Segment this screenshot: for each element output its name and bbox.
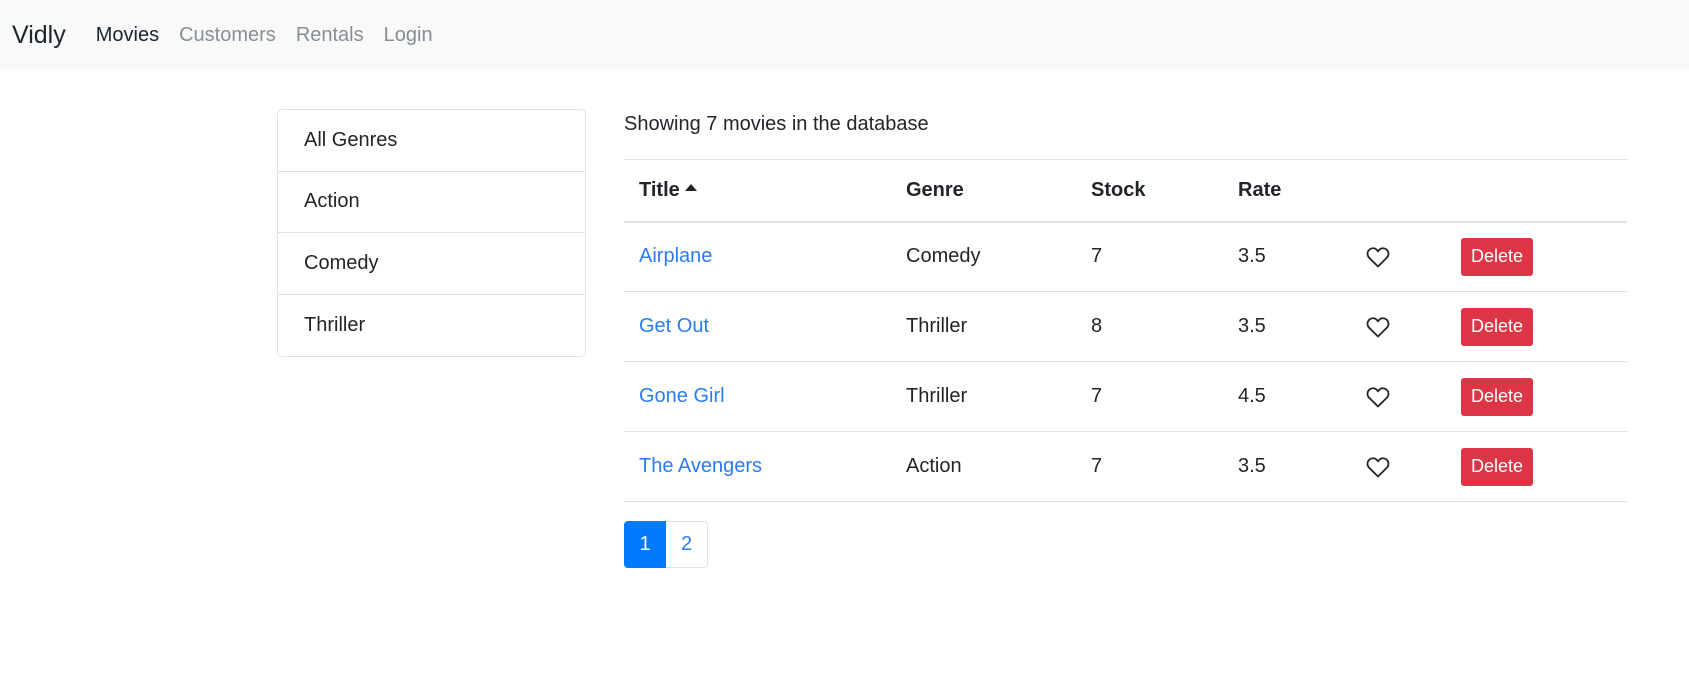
- movie-rate: 3.5: [1238, 455, 1266, 477]
- movie-title-link[interactable]: Get Out: [639, 315, 709, 337]
- column-header-rate[interactable]: Rate: [1223, 160, 1351, 222]
- column-header-genre[interactable]: Genre: [891, 160, 1076, 222]
- movie-rate: 3.5: [1238, 245, 1266, 268]
- page-button-1[interactable]: 1: [624, 521, 666, 568]
- column-header-stock[interactable]: Stock: [1076, 160, 1223, 222]
- movie-genre: Thriller: [906, 385, 968, 407]
- page-button-2[interactable]: 2: [666, 521, 708, 568]
- movie-stock: 7: [1091, 245, 1103, 268]
- movie-genre: Comedy: [906, 245, 981, 268]
- genre-list: All Genres Action Comedy Thriller: [277, 109, 586, 357]
- nav-link-login[interactable]: Login: [384, 24, 433, 47]
- movie-stock: 8: [1091, 315, 1103, 337]
- delete-button[interactable]: Delete: [1461, 307, 1533, 346]
- movie-rate: 3.5: [1238, 315, 1266, 337]
- brand-logo[interactable]: Vidly: [12, 23, 66, 48]
- heart-outline-icon[interactable]: [1366, 386, 1390, 408]
- movie-count-text: Showing 7 movies in the database: [624, 113, 929, 135]
- movie-genre: Action: [906, 455, 962, 477]
- movie-genre: Thriller: [906, 315, 968, 337]
- heart-outline-icon[interactable]: [1366, 316, 1390, 338]
- column-header-delete: [1446, 160, 1627, 222]
- heart-outline-icon[interactable]: [1366, 456, 1390, 478]
- table-row: Airplane Comedy 7 3.5 Delete: [624, 222, 1627, 292]
- movie-stock: 7: [1091, 385, 1103, 407]
- column-header-title[interactable]: Title: [624, 160, 891, 222]
- movie-title-link[interactable]: The Avengers: [639, 455, 762, 477]
- table-row: The Avengers Action 7 3.5 Delete: [624, 432, 1627, 502]
- genre-item-thriller[interactable]: Thriller: [278, 295, 585, 357]
- navbar: Vidly Movies Customers Rentals Login: [0, 0, 1689, 71]
- caret-up-icon: [684, 183, 697, 191]
- table-row: Get Out Thriller 8 3.5 Delete: [624, 292, 1627, 362]
- delete-button[interactable]: Delete: [1461, 237, 1533, 276]
- genre-item-comedy[interactable]: Comedy: [278, 233, 585, 295]
- movie-title-link[interactable]: Airplane: [639, 245, 712, 267]
- delete-button[interactable]: Delete: [1461, 447, 1533, 486]
- delete-button[interactable]: Delete: [1461, 377, 1533, 416]
- nav-link-rentals[interactable]: Rentals: [296, 24, 364, 47]
- table-row: Gone Girl Thriller 7 4.5 Delete: [624, 362, 1627, 432]
- pagination: 1 2: [624, 521, 708, 568]
- table-header-row: Title Genre Stock Rate: [624, 159, 1627, 222]
- movie-stock: 7: [1091, 455, 1103, 477]
- movie-title-link[interactable]: Gone Girl: [639, 385, 725, 407]
- movie-rate: 4.5: [1238, 385, 1266, 407]
- heart-outline-icon[interactable]: [1366, 246, 1390, 268]
- nav-link-customers[interactable]: Customers: [179, 24, 276, 47]
- genre-item-action[interactable]: Action: [278, 172, 585, 233]
- movies-table: Title Genre Stock Rate Airplane Comedy 7…: [624, 159, 1627, 502]
- nav-link-movies[interactable]: Movies: [96, 24, 159, 47]
- column-header-like: [1351, 160, 1446, 222]
- genre-item-all[interactable]: All Genres: [278, 110, 585, 172]
- column-header-title-label: Title: [639, 178, 680, 201]
